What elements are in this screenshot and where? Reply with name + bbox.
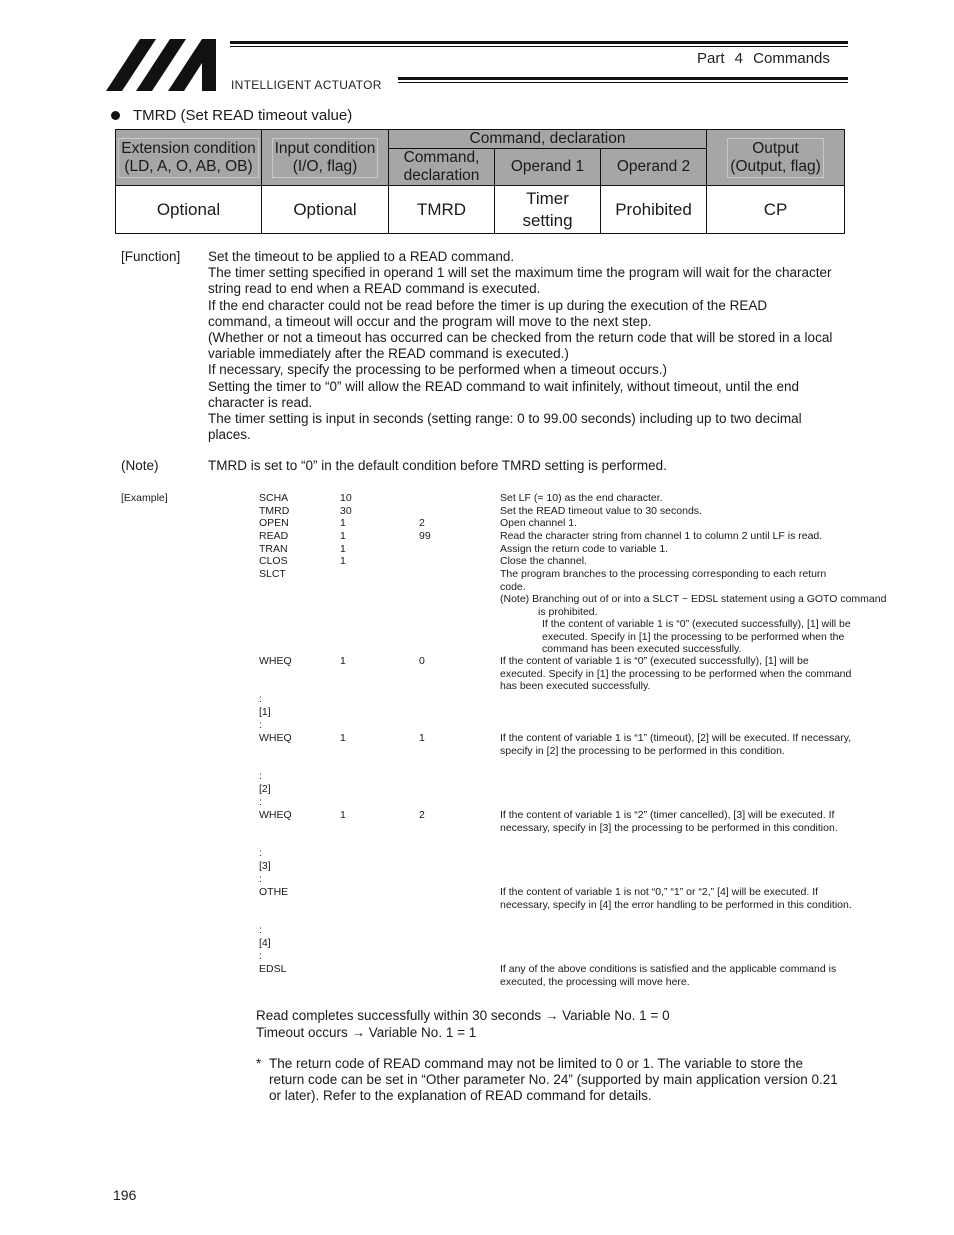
header-command: Command, declaration <box>388 148 495 186</box>
example-op1: 10 <box>340 492 352 504</box>
example-cmd: SCHA <box>259 492 289 504</box>
example-op2: 2 <box>419 517 425 529</box>
example-cmd: OTHE <box>259 886 289 898</box>
example-op1: 1 <box>340 732 346 744</box>
header-output: Output (Output, flag) <box>706 129 846 186</box>
brand-name: INTELLIGENT ACTUATOR <box>231 78 382 92</box>
example-desc: Read the character string from channel 1… <box>500 530 823 542</box>
example-desc: If the content of variable 1 is “1” (tim… <box>500 732 852 757</box>
footnote: * The return code of READ command may no… <box>256 1056 841 1104</box>
cell-output: CP <box>706 185 846 234</box>
header-operand2: Operand 2 <box>599 148 708 186</box>
function-line: Set the timeout to be applied to a READ … <box>208 249 515 264</box>
function-line: If necessary, specify the processing to … <box>208 362 667 378</box>
header-rule <box>398 77 848 80</box>
function-line: If the end character could not be read b… <box>208 297 768 329</box>
cell-extension-condition: Optional <box>115 185 262 234</box>
header-operand1: Operand 1 <box>494 148 601 186</box>
function-line: Setting the timer to “0” will allow the … <box>208 378 800 410</box>
example-desc: Assign the return code to variable 1. <box>500 543 669 555</box>
example-op2: 2 <box>419 809 425 821</box>
example-cmd: READ <box>259 530 289 542</box>
result-success: Read completes successfully within 30 se… <box>256 1008 670 1023</box>
header-extension-condition: Extension condition (LD, A, O, AB, OB) <box>115 129 262 186</box>
page-number: 196 <box>113 1187 137 1203</box>
example-ellipsis: : <box>259 719 262 731</box>
example-cmd: WHEQ <box>259 655 292 667</box>
cell-command: TMRD <box>388 185 495 234</box>
header-rule <box>398 82 848 83</box>
example-ellipsis: : <box>259 924 262 936</box>
example-ellipsis: : <box>259 873 262 885</box>
example-desc: If the content of variable 1 is not “0,”… <box>500 886 852 911</box>
example-label: [Example] <box>121 492 168 504</box>
example-cmd: WHEQ <box>259 809 292 821</box>
example-desc: Open channel 1. <box>500 517 578 529</box>
cell-operand1: Timer setting <box>494 185 601 234</box>
example-block-label: [3] <box>259 860 271 872</box>
command-spec-table: Extension condition (LD, A, O, AB, OB) In… <box>115 129 846 234</box>
example-ellipsis: : <box>259 847 262 859</box>
example-cmd: TMRD <box>259 505 290 517</box>
example-ellipsis: : <box>259 770 262 782</box>
part-title: Part 4 Commands <box>697 50 830 67</box>
example-desc: If the content of variable 1 is “2” (tim… <box>500 809 838 834</box>
note-text: TMRD is set to “0” in the default condit… <box>208 458 667 473</box>
example-ellipsis: : <box>259 950 262 962</box>
cell-operand2: Prohibited <box>599 185 708 234</box>
function-line: (Whether or not a timeout has occurred c… <box>208 330 833 362</box>
example-desc: The program branches to the processing c… <box>500 568 827 593</box>
example-cmd: CLOS <box>259 555 288 567</box>
example-op1: 1 <box>340 809 346 821</box>
example-op2: 1 <box>419 732 425 744</box>
example-op2: 99 <box>419 530 431 542</box>
header-rule <box>230 46 848 47</box>
example-op1: 30 <box>340 505 352 517</box>
example-cmd: TRAN <box>259 543 288 555</box>
footnote-marker: * <box>256 1056 262 1071</box>
example-cmd: OPEN <box>259 517 289 529</box>
iai-logo-icon <box>106 39 230 91</box>
example-op2: 0 <box>419 655 425 667</box>
example-slct-sub: If the content of variable 1 is “0” (exe… <box>542 618 851 656</box>
function-line: The timer setting is input in seconds (s… <box>208 411 802 443</box>
example-cmd: SLCT <box>259 568 286 580</box>
example-block-label: [2] <box>259 783 271 795</box>
header-command-group: Command, declaration <box>387 129 708 149</box>
example-block-label: [4] <box>259 937 271 949</box>
example-ellipsis: : <box>259 693 262 705</box>
example-desc: Set LF (= 10) as the end character. <box>500 492 663 504</box>
function-label: [Function] <box>121 249 181 264</box>
section-title: TMRD (Set READ timeout value) <box>133 107 353 124</box>
example-desc: Close the channel. <box>500 555 587 567</box>
footnote-text: The return code of READ command may not … <box>269 1056 838 1103</box>
example-op1: 1 <box>340 530 346 542</box>
example-op1: 1 <box>340 655 346 667</box>
example-desc: If the content of variable 1 is “0” (exe… <box>500 655 852 693</box>
example-op1: 1 <box>340 543 346 555</box>
example-op1: 1 <box>340 517 346 529</box>
example-op1: 1 <box>340 555 346 567</box>
function-description: Set the timeout to be applied to a READ … <box>208 249 833 443</box>
header-input-condition: Input condition (I/O, flag) <box>261 129 389 186</box>
example-desc: If any of the above conditions is satisf… <box>500 963 837 988</box>
example-block-label: [1] <box>259 706 271 718</box>
cell-input-condition: Optional <box>261 185 389 234</box>
example-cmd: EDSL <box>259 963 287 975</box>
result-timeout: Timeout occurs → Variable No. 1 = 1 <box>256 1025 477 1040</box>
example-ellipsis: : <box>259 796 262 808</box>
function-line: The timer setting specified in operand 1… <box>208 265 832 297</box>
example-slct-note: (Note) Branching out of or into a SLCT ~… <box>500 593 887 618</box>
header-rule <box>230 41 848 44</box>
example-desc: Set the READ timeout value to 30 seconds… <box>500 505 702 517</box>
bullet-icon <box>111 111 120 120</box>
example-cmd: WHEQ <box>259 732 292 744</box>
note-label: (Note) <box>121 458 159 473</box>
